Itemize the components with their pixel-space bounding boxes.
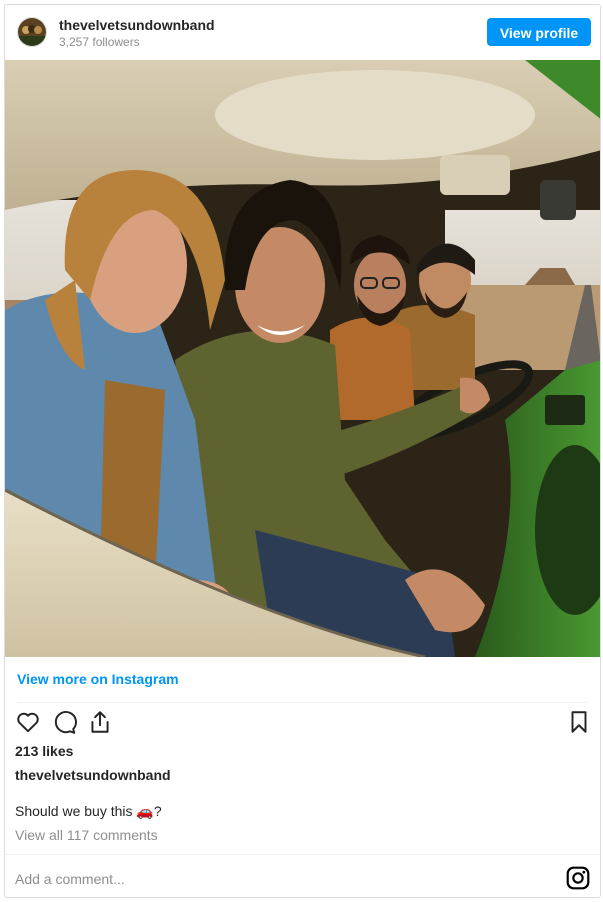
avatar[interactable] [17, 17, 47, 47]
post-header: thevelvetsundownband 3,257 followers Vie… [5, 5, 600, 60]
caption-text: Should we buy this 🚗? [15, 803, 162, 819]
caption-username[interactable]: thevelvetsundownband [15, 767, 171, 783]
bookmark-icon[interactable] [566, 709, 592, 735]
like-count[interactable]: 213 likes [15, 743, 73, 759]
divider [5, 854, 600, 855]
add-comment-input[interactable]: Add a comment... [15, 871, 125, 887]
view-more-link[interactable]: View more on Instagram [17, 671, 179, 687]
view-profile-button[interactable]: View profile [487, 18, 591, 46]
divider [17, 702, 588, 703]
heart-icon[interactable] [15, 709, 41, 735]
instagram-icon[interactable] [565, 865, 591, 891]
instagram-embed-card: thevelvetsundownband 3,257 followers Vie… [4, 4, 601, 898]
action-bar [5, 705, 600, 739]
post-image[interactable] [5, 60, 600, 657]
comment-icon[interactable] [51, 709, 77, 735]
share-icon[interactable] [87, 709, 113, 735]
view-comments-link[interactable]: View all 117 comments [15, 827, 158, 843]
follower-count: 3,257 followers [59, 35, 140, 49]
profile-username[interactable]: thevelvetsundownband [59, 17, 215, 33]
